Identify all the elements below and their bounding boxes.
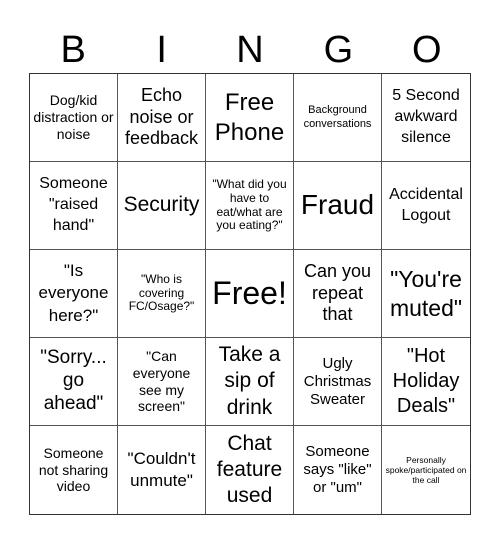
header-letter-i: I	[156, 29, 167, 71]
bingo-cell[interactable]: Chat feature used	[206, 426, 294, 514]
bingo-card-grid: Dog/kid distraction or noise Echo noise …	[29, 73, 471, 515]
bingo-cell[interactable]: Someone not sharing video	[30, 426, 118, 514]
bingo-cell[interactable]: Free Phone	[206, 74, 294, 162]
bingo-cell[interactable]: Accidental Logout	[382, 162, 470, 250]
bingo-header: B I N G O	[29, 28, 471, 72]
bingo-cell[interactable]: Ugly Christmas Sweater	[294, 338, 382, 426]
bingo-cell[interactable]: Personally spoke/participated on the cal…	[382, 426, 470, 514]
bingo-cell[interactable]: "Can everyone see my screen"	[118, 338, 206, 426]
bingo-cell[interactable]: "Who is covering FC/Osage?"	[118, 250, 206, 338]
bingo-cell[interactable]: Take a sip of drink	[206, 338, 294, 426]
bingo-cell[interactable]: "Is everyone here?"	[30, 250, 118, 338]
header-letter-o: O	[412, 29, 442, 71]
bingo-cell[interactable]: Background conversations	[294, 74, 382, 162]
bingo-cell[interactable]: Security	[118, 162, 206, 250]
bingo-cell[interactable]: "Hot Holiday Deals"	[382, 338, 470, 426]
header-letter-g: G	[323, 29, 354, 71]
bingo-cell[interactable]: Someone says "like" or "um"	[294, 426, 382, 514]
bingo-cell[interactable]: Fraud	[294, 162, 382, 250]
bingo-cell[interactable]: "Sorry... go ahead"	[30, 338, 118, 426]
bingo-cell[interactable]: Can you repeat that	[294, 250, 382, 338]
header-letter-n: N	[236, 29, 264, 71]
header-letter-b: B	[60, 29, 86, 71]
bingo-cell[interactable]: Dog/kid distraction or noise	[30, 74, 118, 162]
bingo-cell[interactable]: 5 Second awkward silence	[382, 74, 470, 162]
bingo-free-space: Free!	[206, 250, 294, 338]
bingo-cell[interactable]: "What did you have to eat/what are you e…	[206, 162, 294, 250]
bingo-cell[interactable]: Someone "raised hand"	[30, 162, 118, 250]
bingo-cell[interactable]: "Couldn't unmute"	[118, 426, 206, 514]
bingo-cell[interactable]: "You're muted"	[382, 250, 470, 338]
bingo-cell[interactable]: Echo noise or feedback	[118, 74, 206, 162]
